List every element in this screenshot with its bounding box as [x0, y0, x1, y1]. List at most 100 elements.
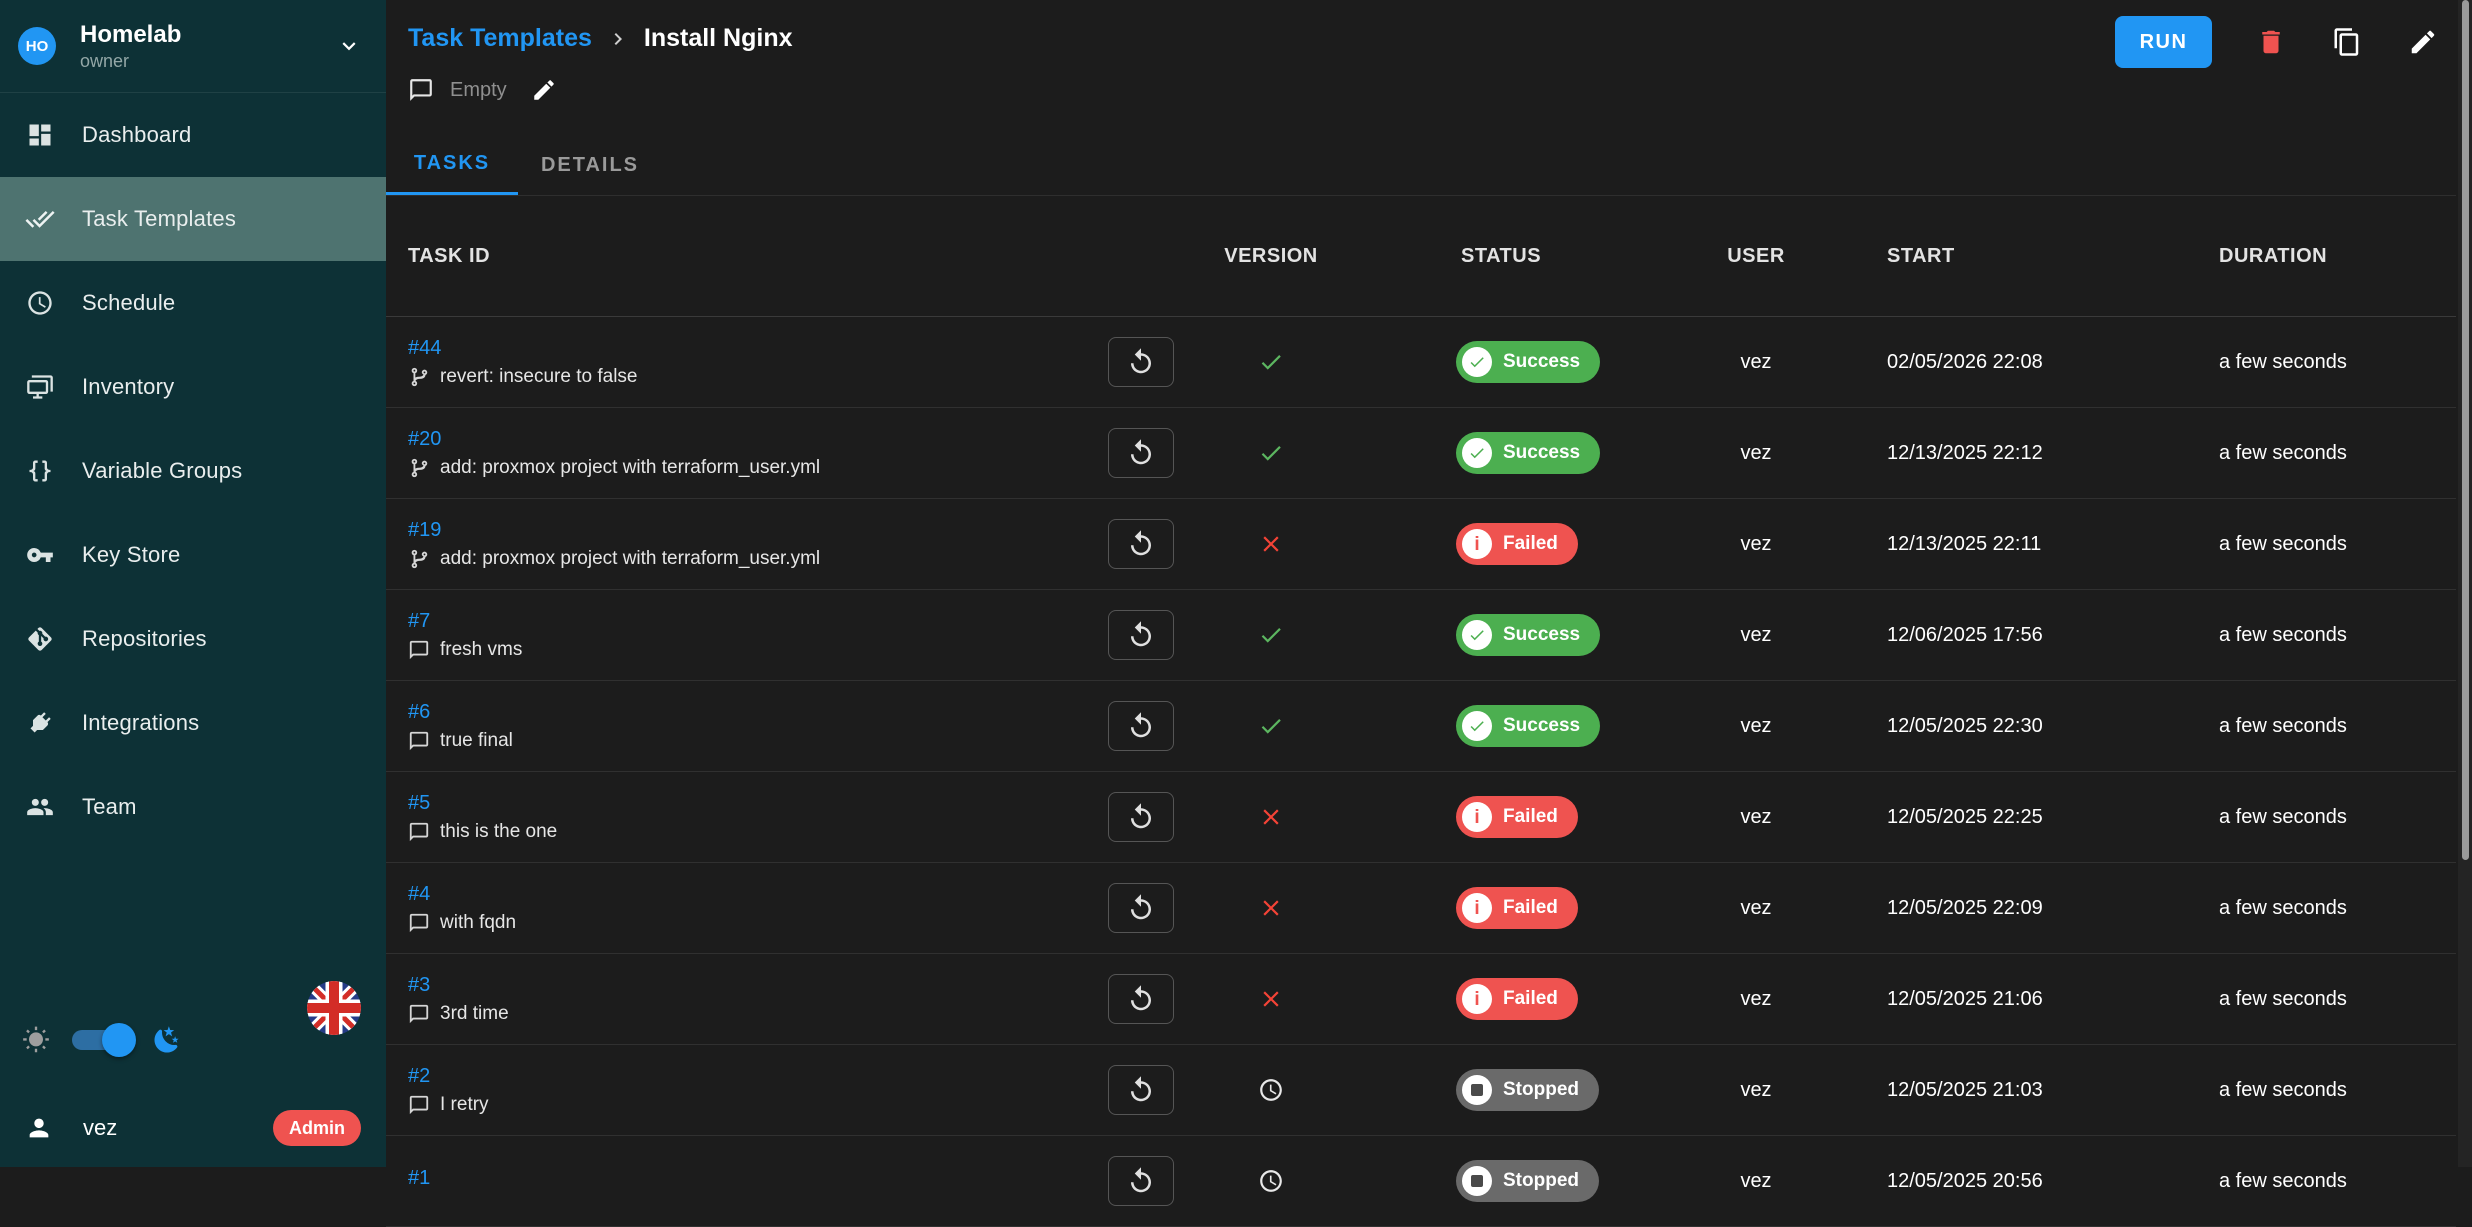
cross-icon: [1258, 895, 1284, 921]
info-icon: i: [1462, 984, 1492, 1014]
task-message: fresh vms: [440, 639, 522, 661]
info-icon: i: [1462, 802, 1492, 832]
comment-icon: [408, 77, 434, 103]
theme-switcher: [0, 1008, 386, 1072]
sidebar-item-repositories[interactable]: Repositories: [0, 597, 386, 681]
task-user: vez: [1656, 806, 1856, 829]
rerun-task-button[interactable]: [1108, 1065, 1174, 1115]
table-row: #19 add: proxmox project with terraform_…: [386, 499, 2456, 590]
delete-button[interactable]: [2256, 26, 2288, 58]
sidebar-item-team[interactable]: Team: [0, 765, 386, 849]
check-icon: [1462, 620, 1492, 650]
sidebar-item-integrations[interactable]: Integrations: [0, 681, 386, 765]
tab-tasks[interactable]: TASKS: [386, 135, 518, 195]
column-status: STATUS: [1356, 245, 1656, 268]
sidebar-item-variable-groups[interactable]: Variable Groups: [0, 429, 386, 513]
clock-icon: [1258, 1168, 1284, 1194]
rerun-task-button[interactable]: [1108, 428, 1174, 478]
rerun-task-button[interactable]: [1108, 610, 1174, 660]
task-id-link[interactable]: #44: [408, 337, 441, 360]
sidebar-item-dashboard[interactable]: Dashboard: [0, 93, 386, 177]
run-button[interactable]: RUN: [2115, 16, 2212, 68]
task-user: vez: [1656, 1079, 1856, 1102]
column-user: USER: [1656, 245, 1856, 268]
task-id-link[interactable]: #6: [408, 701, 430, 724]
moon-icon: [152, 1025, 182, 1055]
check-icon: [1258, 349, 1284, 375]
breadcrumb-parent-link[interactable]: Task Templates: [408, 24, 592, 53]
table-row: #1 Stopped vez 12/05/2025 20:56 a few se…: [386, 1136, 2456, 1227]
scrollbar-thumb[interactable]: [2462, 0, 2469, 860]
tab-bar: TASKS DETAILS: [386, 135, 2456, 196]
sidebar-item-label: Dashboard: [82, 122, 191, 148]
edit-template-button[interactable]: [2408, 26, 2440, 58]
check-icon: [1462, 711, 1492, 741]
comment-icon: [408, 730, 430, 752]
task-message: I retry: [440, 1094, 489, 1116]
project-switcher[interactable]: HO Homelab owner: [0, 0, 386, 93]
status-label: Failed: [1503, 988, 1558, 1010]
template-description: Empty: [386, 70, 2456, 110]
task-user: vez: [1656, 624, 1856, 647]
task-user: vez: [1656, 533, 1856, 556]
task-id-link[interactable]: #19: [408, 519, 441, 542]
task-duration: a few seconds: [2201, 624, 2456, 647]
status-label: Failed: [1503, 806, 1558, 828]
sidebar-item-key-store[interactable]: Key Store: [0, 513, 386, 597]
task-id-link[interactable]: #2: [408, 1065, 430, 1088]
task-id-link[interactable]: #5: [408, 792, 430, 815]
task-message: this is the one: [440, 821, 557, 843]
rerun-task-button[interactable]: [1108, 519, 1174, 569]
task-id-link[interactable]: #20: [408, 428, 441, 451]
sun-icon: [22, 1026, 50, 1054]
column-task-id: TASK ID: [386, 245, 1096, 268]
rerun-task-button[interactable]: [1108, 337, 1174, 387]
status-badge: i Failed: [1456, 978, 1578, 1020]
column-version: VERSION: [1186, 245, 1356, 268]
rerun-task-button[interactable]: [1108, 883, 1174, 933]
braces-icon: [24, 455, 56, 487]
rerun-task-button[interactable]: [1108, 974, 1174, 1024]
task-duration: a few seconds: [2201, 351, 2456, 374]
status-badge: Success: [1456, 614, 1600, 656]
status-badge: Stopped: [1456, 1069, 1599, 1111]
task-id-link[interactable]: #4: [408, 883, 430, 906]
project-name: Homelab: [80, 20, 336, 50]
sidebar-item-inventory[interactable]: Inventory: [0, 345, 386, 429]
tab-details[interactable]: DETAILS: [518, 135, 662, 195]
sidebar-item-schedule[interactable]: Schedule: [0, 261, 386, 345]
page-title: Install Nginx: [644, 24, 793, 53]
task-duration: a few seconds: [2201, 715, 2456, 738]
task-duration: a few seconds: [2201, 988, 2456, 1011]
task-id-link[interactable]: #7: [408, 610, 430, 633]
edit-description-button[interactable]: [531, 74, 563, 106]
check-icon: [1258, 440, 1284, 466]
monitor-icon: [24, 371, 56, 403]
status-label: Success: [1503, 624, 1580, 646]
task-start: 12/06/2025 17:56: [1856, 624, 2201, 647]
rerun-task-button[interactable]: [1108, 701, 1174, 751]
table-row: #4 with fqdn i Failed vez 12/05/2025 22:…: [386, 863, 2456, 954]
task-id-link[interactable]: #1: [408, 1167, 430, 1190]
status-label: Failed: [1503, 897, 1558, 919]
rerun-task-button[interactable]: [1108, 792, 1174, 842]
table-row: #5 this is the one i Failed vez 12/05/20…: [386, 772, 2456, 863]
language-flag-uk[interactable]: [307, 981, 361, 1035]
vertical-scrollbar[interactable]: [2458, 0, 2472, 1167]
info-icon: i: [1462, 893, 1492, 923]
task-id-link[interactable]: #3: [408, 974, 430, 997]
task-duration: a few seconds: [2201, 1170, 2456, 1193]
sidebar-item-label: Variable Groups: [82, 458, 242, 484]
sidebar-item-task-templates[interactable]: Task Templates: [0, 177, 386, 261]
status-badge: Success: [1456, 432, 1600, 474]
task-message: add: proxmox project with terraform_user…: [440, 548, 820, 570]
task-message: with fqdn: [440, 912, 516, 934]
theme-toggle[interactable]: [72, 1022, 132, 1058]
replay-icon: [1126, 1075, 1156, 1105]
replay-icon: [1126, 347, 1156, 377]
task-start: 12/05/2025 22:25: [1856, 806, 2201, 829]
user-menu[interactable]: vez Admin: [0, 1100, 386, 1156]
replay-icon: [1126, 1166, 1156, 1196]
copy-button[interactable]: [2332, 26, 2364, 58]
rerun-task-button[interactable]: [1108, 1156, 1174, 1206]
